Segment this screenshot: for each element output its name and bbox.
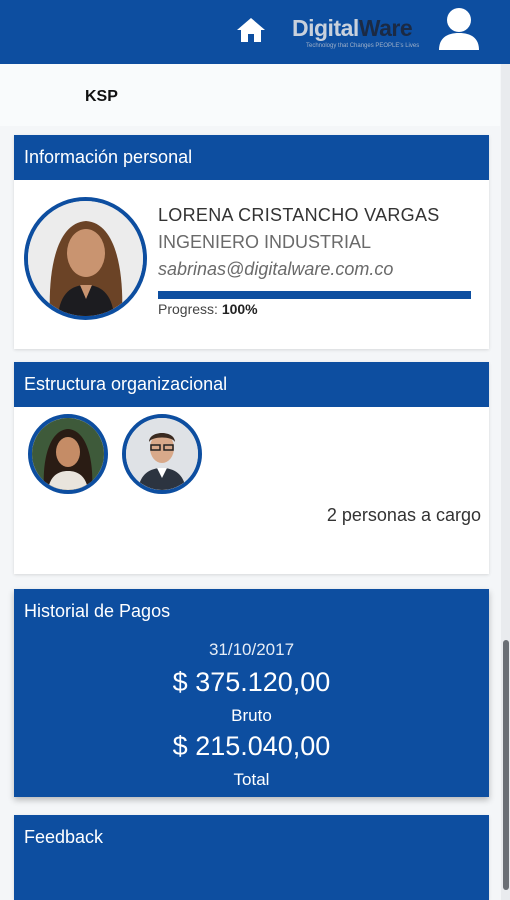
org-structure-title: Estructura organizacional xyxy=(14,362,489,407)
org-member-avatar[interactable] xyxy=(28,414,108,494)
progress-label: Progress: xyxy=(158,301,218,317)
employee-name: LORENA CRISTANCHO VARGAS xyxy=(158,205,440,225)
home-icon[interactable] xyxy=(234,14,268,46)
top-app-bar: DigitalWare Technology that Changes PEOP… xyxy=(0,0,510,64)
progress-text: Progress: 100% xyxy=(158,301,258,317)
section-header-row xyxy=(0,64,500,126)
org-member-avatar[interactable] xyxy=(122,414,202,494)
gross-label: Bruto xyxy=(231,706,272,725)
net-label: Total xyxy=(233,770,270,789)
brand-name-part2: Ware xyxy=(358,15,413,41)
progress-bar xyxy=(158,291,471,299)
feedback-card[interactable]: Feedback xyxy=(14,815,489,900)
progress-value: 100% xyxy=(221,301,258,317)
progress-bar-fill xyxy=(158,291,471,299)
user-icon[interactable] xyxy=(434,4,484,54)
brand-tagline: Technology that Changes PEOPLE's Lives xyxy=(306,43,420,49)
direct-reports-count: 2 personas a cargo xyxy=(326,505,481,525)
net-amount: $ 215.040,00 xyxy=(172,731,331,761)
org-structure-card: Estructura organizacional 2 personas a c… xyxy=(14,362,489,574)
feedback-title: Feedback xyxy=(24,827,104,847)
payment-history-title: Historial de Pagos xyxy=(24,601,171,621)
payment-history-card[interactable]: Historial de Pagos 31/10/2017 $ 375.120,… xyxy=(14,589,489,797)
scrollbar-thumb[interactable] xyxy=(503,640,509,890)
personal-info-card: Información personal LORENA CRISTANCHO V… xyxy=(14,135,489,349)
payment-date: 31/10/2017 xyxy=(208,640,295,659)
brand-name-part1: Digital xyxy=(292,15,359,41)
personal-info-title: Información personal xyxy=(14,135,489,180)
gross-amount: $ 375.120,00 xyxy=(172,667,331,697)
profile-avatar xyxy=(24,197,147,320)
employee-email[interactable]: sabrinas@digitalware.com.co xyxy=(158,259,393,280)
section-label: KSP xyxy=(85,88,118,105)
brand-logo: DigitalWare Technology that Changes PEOP… xyxy=(292,14,422,54)
employee-role: INGENIERO INDUSTRIAL xyxy=(158,232,372,252)
